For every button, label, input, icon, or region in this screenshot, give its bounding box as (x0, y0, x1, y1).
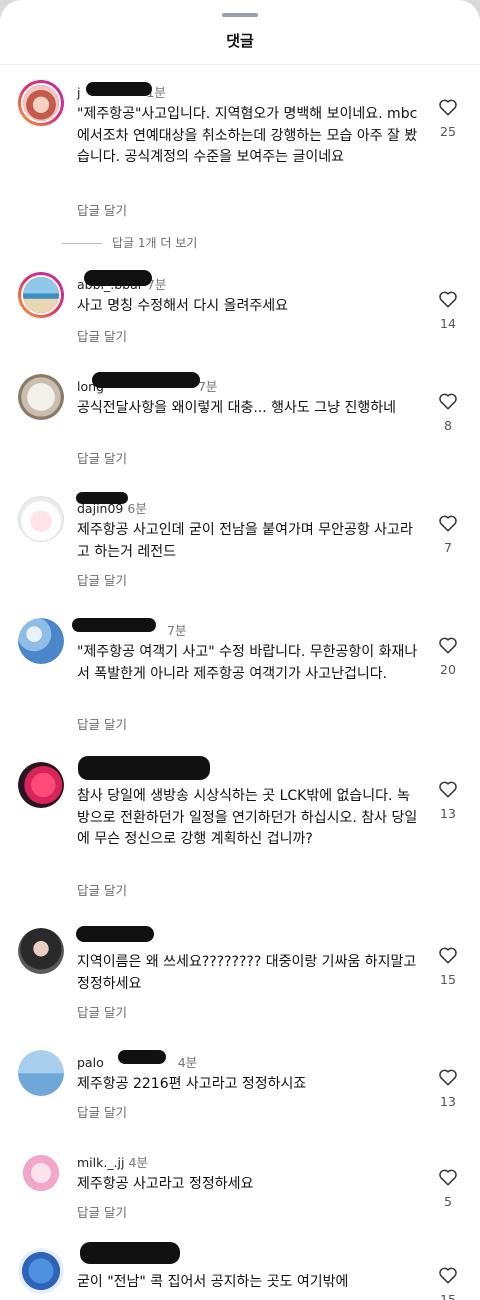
comment-text: 제주항공 사고라고 정정하세요 (77, 1176, 254, 1192)
redaction-mark (92, 372, 200, 388)
like-button[interactable]: 7 (434, 514, 462, 555)
avatar[interactable] (18, 1248, 64, 1294)
comment-time: 7분 (167, 623, 187, 638)
comment-text: 참사 당일에 생방송 시상식하는 곳 LCK밖에 없습니다. 녹방으로 전환하던… (77, 788, 418, 847)
avatar[interactable] (18, 272, 64, 318)
heart-icon (439, 393, 457, 410)
redaction-mark (72, 618, 156, 632)
redaction-mark (86, 82, 152, 96)
comment-time: 4분 (128, 1155, 148, 1170)
redaction-mark (78, 756, 210, 780)
like-button[interactable]: 13 (434, 1068, 462, 1109)
reply-button[interactable]: 답글 달기 (77, 326, 127, 345)
like-count: 14 (440, 316, 456, 331)
redaction-mark (118, 1050, 166, 1064)
like-count: 5 (444, 1194, 452, 1209)
comment-time: 7분 (197, 379, 218, 394)
like-count: 13 (440, 1094, 456, 1109)
heart-icon (439, 291, 457, 308)
heart-icon (439, 947, 457, 964)
avatar[interactable] (18, 496, 64, 542)
reply-button[interactable]: 답글 달기 (77, 714, 127, 733)
comment-text: 공식전달사항을 왜이렇게 대충... 행사도 그냥 진행하네 (77, 400, 396, 416)
reply-button[interactable]: 답글 달기 (77, 448, 127, 467)
comment-username[interactable]: palo (77, 1055, 104, 1070)
comment-text: 사고 명칭 수정해서 다시 올려주세요 (77, 298, 288, 314)
like-button[interactable]: 8 (434, 392, 462, 433)
comment-username[interactable]: milk._.jj (77, 1155, 125, 1170)
heart-icon (439, 515, 457, 532)
heart-icon (439, 1267, 457, 1284)
like-button[interactable]: 13 (434, 780, 462, 821)
like-button[interactable]: 25 (434, 98, 462, 139)
comment-text: "제주항공"사고입니다. 지역혐오가 명백해 보이네요. mbc에서조차 연예대… (77, 106, 418, 165)
heart-icon (439, 637, 457, 654)
redaction-mark (84, 270, 152, 286)
comment-text: 지역이름은 왜 쓰세요???????? 대중이랑 기싸움 하지말고 정정하세요 (77, 954, 417, 992)
reply-button[interactable]: 답글 달기 (77, 1002, 127, 1021)
comment-time: 6분 (127, 501, 147, 516)
avatar[interactable] (18, 80, 64, 126)
like-button[interactable]: 5 (434, 1168, 462, 1209)
redaction-mark (80, 1242, 180, 1264)
heart-icon (439, 1069, 457, 1086)
reply-button[interactable]: 답글 달기 (77, 200, 127, 219)
reply-button[interactable]: 답글 달기 (77, 1202, 127, 1221)
comment-meta: milk._.jj 4분 (77, 1152, 148, 1171)
redaction-mark (76, 492, 128, 504)
comment-text: "제주항공 여객기 사고" 수정 바랍니다. 무한공항이 화재나서 폭발한게 아… (77, 644, 418, 682)
header-divider (0, 64, 480, 65)
redaction-mark (76, 926, 154, 942)
like-button[interactable]: 15 (434, 1266, 462, 1300)
comment-username[interactable]: j (77, 85, 80, 100)
comment-text: 제주항공 2216편 사고라고 정정하시죠 (77, 1076, 307, 1092)
reply-button[interactable]: 답글 달기 (77, 1102, 127, 1121)
reply-button[interactable]: 답글 달기 (77, 880, 127, 899)
avatar[interactable] (18, 1150, 64, 1196)
sheet-title: 댓글 (226, 32, 254, 50)
drag-handle[interactable] (222, 13, 258, 17)
view-more-replies[interactable]: 답글 1개 더 보기 (62, 234, 197, 251)
avatar[interactable] (18, 618, 64, 664)
like-count: 15 (440, 972, 456, 987)
heart-icon (439, 781, 457, 798)
comment-text: 제주항공 사고인데 굳이 전남을 붙여가며 무안공항 사고라고 하는거 레전드 (77, 522, 413, 560)
like-button[interactable]: 14 (434, 290, 462, 331)
like-button[interactable]: 15 (434, 946, 462, 987)
like-button[interactable]: 20 (434, 636, 462, 677)
avatar[interactable] (18, 1050, 64, 1096)
reply-button[interactable]: 답글 달기 (77, 570, 127, 589)
comments-sheet: 댓글 j 1분 "제주항공"사고입니다. 지역혐오가 명백해 보이네요. mbc에… (0, 0, 480, 1300)
like-count: 25 (440, 124, 456, 139)
heart-icon (439, 99, 457, 116)
avatar[interactable] (18, 928, 64, 974)
like-count: 7 (444, 540, 452, 555)
comment-text: 굳이 "전남" 콕 집어서 공지하는 곳도 여기밖에 (77, 1274, 349, 1290)
like-count: 20 (440, 662, 456, 677)
heart-icon (439, 1169, 457, 1186)
like-count: 15 (440, 1292, 456, 1300)
view-more-replies-label: 답글 1개 더 보기 (112, 236, 198, 250)
avatar[interactable] (18, 762, 64, 808)
like-count: 13 (440, 806, 456, 821)
avatar[interactable] (18, 374, 64, 420)
like-count: 8 (444, 418, 452, 433)
comment-time: 4분 (177, 1055, 198, 1070)
